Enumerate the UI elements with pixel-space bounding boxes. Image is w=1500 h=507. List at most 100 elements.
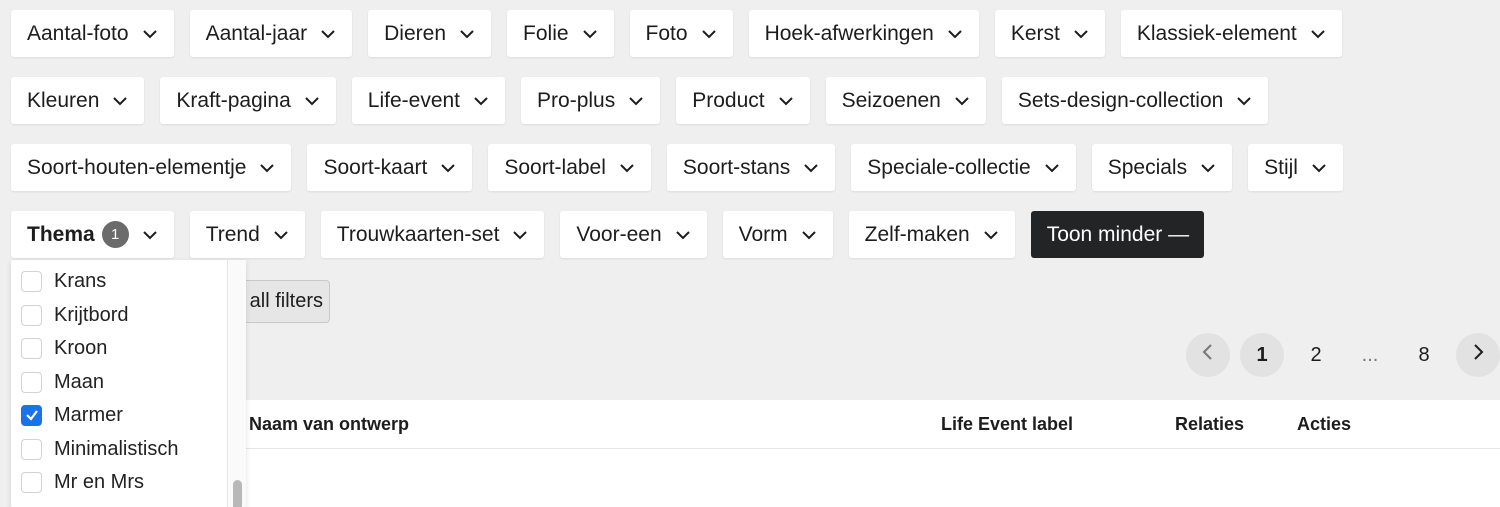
filter-chip-hoek-afwerkingen[interactable]: Hoek-afwerkingen	[748, 10, 979, 57]
filter-chip-zelf-maken[interactable]: Zelf-maken	[848, 211, 1015, 258]
filter-chip-life-event[interactable]: Life-event	[351, 77, 506, 124]
filter-chip-trouwkaarten-set[interactable]: Trouwkaarten-set	[320, 211, 545, 258]
chevron-down-icon	[700, 25, 718, 43]
option-checkbox[interactable]	[21, 438, 42, 460]
thema-dropdown: Krans Krijtbord Kroon Maan Marmer Minimalisti…	[11, 260, 246, 507]
filter-chip-label: Stijl	[1264, 155, 1298, 179]
filter-row-1: Aantal-foto Aantal-jaar Dieren Folie Foto Hoe…	[11, 10, 1491, 57]
page-2-button[interactable]: 2	[1294, 333, 1338, 377]
option-label: Krijtbord	[54, 303, 129, 326]
dropdown-option-krans[interactable]: Krans	[21, 266, 106, 296]
filter-chip-voor-een[interactable]: Voor-een	[560, 211, 707, 258]
scrollbar-thumb[interactable]	[233, 480, 242, 507]
filter-chip-label: Soort-stans	[682, 155, 791, 179]
filter-chip-aantal-foto[interactable]: Aantal-foto	[11, 10, 174, 57]
filter-chip-label: Soort-label	[504, 155, 606, 179]
prev-page-button[interactable]	[1186, 333, 1230, 377]
filter-chip-label: Folie	[523, 21, 569, 45]
chevron-down-icon	[1072, 25, 1090, 43]
column-header-relaties[interactable]: Relaties	[1175, 414, 1244, 435]
filter-chip-label: Trend	[205, 222, 260, 246]
filter-chip-kerst[interactable]: Kerst	[994, 10, 1105, 57]
filter-chip-foto[interactable]: Foto	[629, 10, 733, 57]
dropdown-option-krijtbord[interactable]: Krijtbord	[21, 300, 128, 330]
filter-chip-folie[interactable]: Folie	[507, 10, 614, 57]
dropdown-option-marmer[interactable]: Marmer	[21, 400, 123, 430]
filter-chip-speciale-collectie[interactable]: Speciale-collectie	[851, 144, 1076, 191]
chevron-down-icon	[272, 226, 290, 244]
chevron-down-icon	[472, 92, 490, 110]
chevron-down-icon	[1310, 159, 1328, 177]
option-label: Marmer	[54, 403, 123, 426]
filter-chip-label: Sets-design-collection	[1017, 88, 1224, 112]
chevron-right-icon	[1468, 342, 1488, 368]
filter-chip-label: Hoek-afwerkingen	[764, 21, 934, 45]
chevron-down-icon	[627, 92, 645, 110]
dropdown-option-minimalistisch[interactable]: Minimalistisch	[21, 434, 178, 464]
chevron-down-icon	[303, 92, 321, 110]
chevron-down-icon	[1235, 92, 1253, 110]
option-checkbox[interactable]	[21, 371, 42, 393]
column-header-life-event[interactable]: Life Event label	[941, 414, 1073, 435]
chevron-down-icon	[1199, 159, 1217, 177]
option-label: Krans	[54, 269, 107, 292]
check-icon	[25, 410, 38, 421]
filter-chip-label: Aantal-foto	[27, 21, 129, 45]
dropdown-option-kroon[interactable]: Kroon	[21, 333, 107, 363]
filter-chip-label: Kerst	[1010, 21, 1060, 45]
option-label: Minimalistisch	[54, 437, 179, 460]
column-header-acties[interactable]: Acties	[1297, 414, 1351, 435]
filter-row-2: Kleuren Kraft-pagina Life-event Pro-plus Pro…	[11, 77, 1491, 124]
option-label: Maan	[54, 370, 105, 393]
pagination: 1 2 ... 8	[1186, 333, 1500, 377]
chevron-down-icon	[1043, 159, 1061, 177]
dropdown-option-maan[interactable]: Maan	[21, 367, 104, 397]
option-checkbox[interactable]	[21, 304, 42, 326]
show-less-button[interactable]: Toon minder —	[1030, 211, 1205, 258]
filter-chip-soort-kaart[interactable]: Soort-kaart	[307, 144, 473, 191]
next-page-button[interactable]	[1456, 333, 1500, 377]
chevron-down-icon	[618, 159, 636, 177]
filter-chip-trend[interactable]: Trend	[189, 211, 305, 258]
option-checkbox[interactable]	[21, 337, 42, 359]
chevron-down-icon	[258, 159, 276, 177]
filter-chip-soort-houten-elementje[interactable]: Soort-houten-elementje	[11, 144, 292, 191]
filter-chip-aantal-jaar[interactable]: Aantal-jaar	[189, 10, 353, 57]
filter-chip-vorm[interactable]: Vorm	[722, 211, 833, 258]
filter-count-badge: 1	[101, 221, 129, 248]
option-checkbox[interactable]	[21, 404, 42, 426]
filter-chip-klassiek-element[interactable]: Klassiek-element	[1120, 10, 1342, 57]
page-8-button[interactable]: 8	[1402, 333, 1446, 377]
dropdown-option-mr-en-mrs[interactable]: Mr en Mrs	[21, 467, 144, 497]
filter-chip-label: Soort-kaart	[323, 155, 428, 179]
filter-chip-label: Dieren	[384, 21, 447, 45]
filter-chip-label: Aantal-jaar	[205, 21, 308, 45]
filter-chip-pro-plus[interactable]: Pro-plus	[521, 77, 661, 124]
option-checkbox[interactable]	[21, 270, 42, 292]
filter-chip-specials[interactable]: Specials	[1091, 144, 1233, 191]
filter-chip-soort-stans[interactable]: Soort-stans	[666, 144, 836, 191]
chevron-down-icon	[581, 25, 599, 43]
table-body	[230, 449, 1500, 507]
option-checkbox[interactable]	[21, 471, 42, 493]
filter-chip-sets-design-collection[interactable]: Sets-design-collection	[1001, 77, 1269, 124]
chevron-down-icon	[111, 92, 129, 110]
page-ellipsis: ...	[1361, 343, 1379, 366]
filter-chip-kraft-pagina[interactable]: Kraft-pagina	[160, 77, 336, 124]
filter-chip-kleuren[interactable]: Kleuren	[11, 77, 145, 124]
dropdown-scrollbar[interactable]	[227, 260, 246, 507]
filter-chip-stijl[interactable]: Stijl	[1248, 144, 1343, 191]
filter-chip-dieren[interactable]: Dieren	[368, 10, 492, 57]
filter-chip-soort-label[interactable]: Soort-label	[488, 144, 651, 191]
page-1-button[interactable]: 1	[1240, 333, 1284, 377]
filter-chip-product[interactable]: Product	[676, 77, 810, 124]
filter-chip-seizoenen[interactable]: Seizoenen	[825, 77, 986, 124]
filter-bar: Aantal-foto Aantal-jaar Dieren Folie Foto Hoe…	[11, 10, 1491, 278]
chevron-down-icon	[946, 25, 964, 43]
table-header: Naam van ontwerp Life Event label Relati…	[230, 400, 1500, 449]
chevron-down-icon	[319, 25, 337, 43]
filter-chip-label: Zelf-maken	[864, 222, 970, 246]
filter-chip-thema[interactable]: Thema 1	[11, 211, 174, 258]
column-header-name[interactable]: Naam van ontwerp	[249, 414, 409, 435]
filter-row-3: Soort-houten-elementje Soort-kaart Soort-l…	[11, 144, 1491, 191]
